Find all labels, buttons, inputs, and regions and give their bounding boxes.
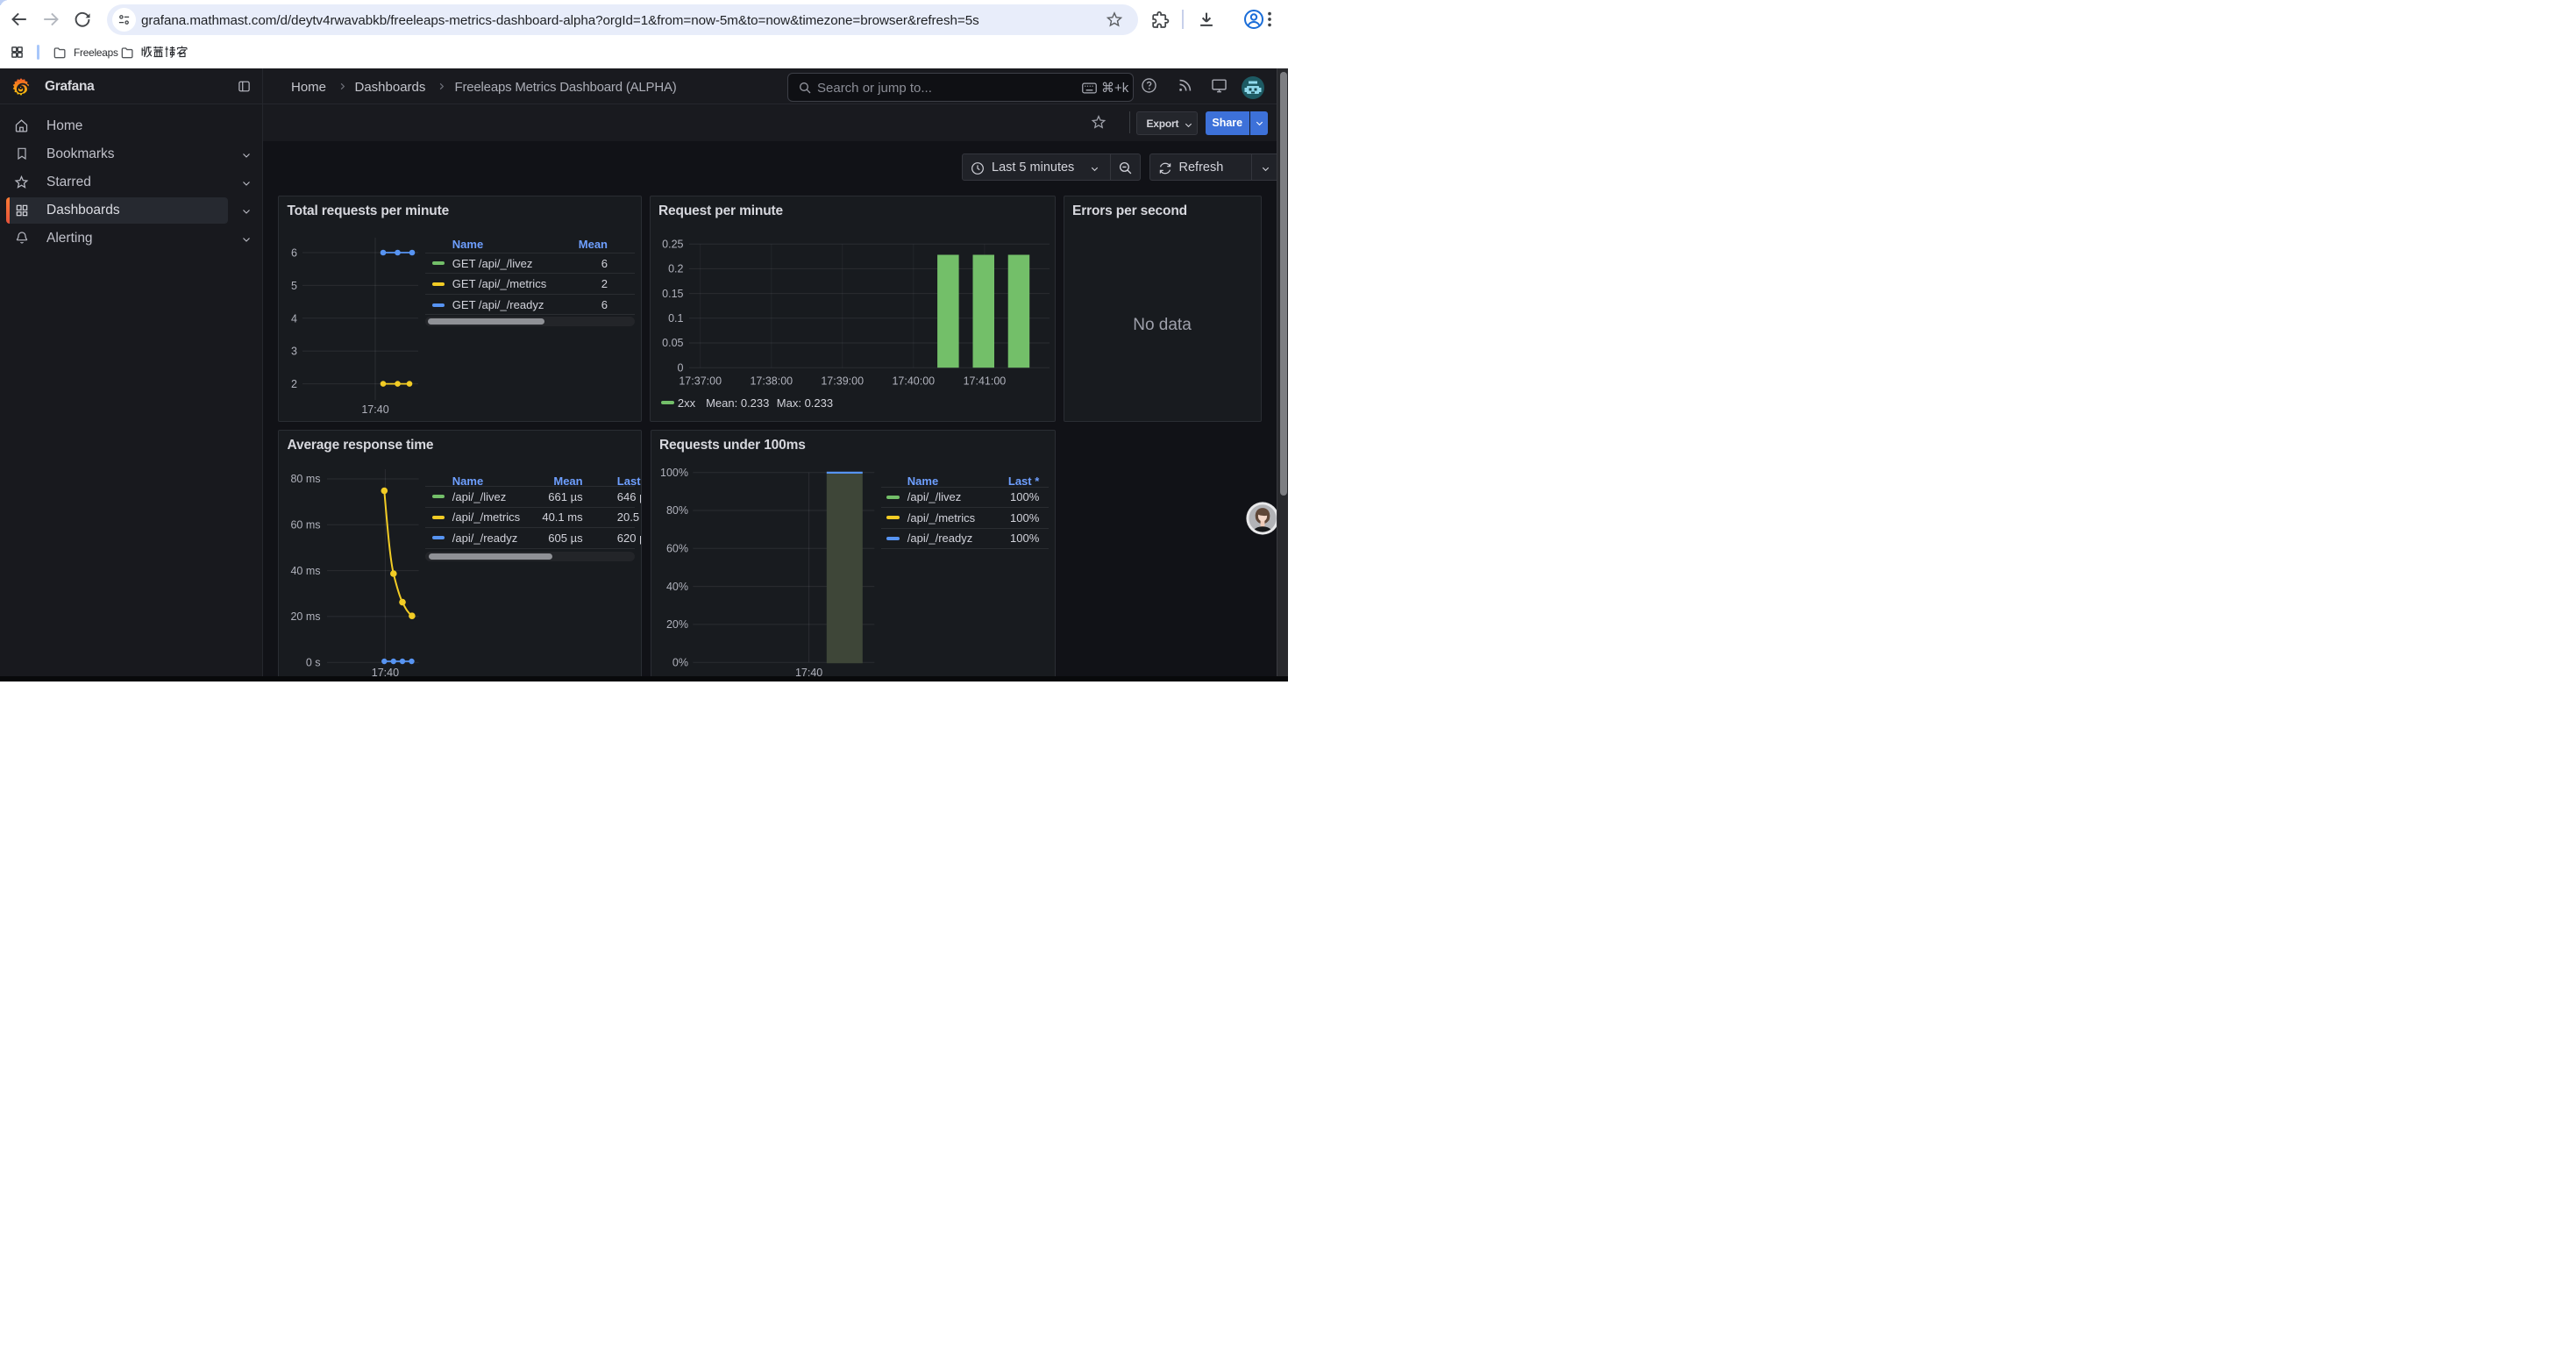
svg-text:6: 6 <box>291 247 297 260</box>
svg-text:0.2: 0.2 <box>668 263 683 275</box>
svg-text:17:38:00: 17:38:00 <box>750 375 793 388</box>
svg-text:0.1: 0.1 <box>668 312 683 325</box>
svg-text:60 ms: 60 ms <box>290 519 320 532</box>
svg-text:17:37:00: 17:37:00 <box>679 375 722 388</box>
svg-text:2: 2 <box>291 378 297 390</box>
svg-text:0 s: 0 s <box>306 656 321 668</box>
svg-text:0.25: 0.25 <box>662 238 683 250</box>
svg-text:0.05: 0.05 <box>662 337 683 349</box>
svg-text:100%: 100% <box>660 467 688 479</box>
svg-text:20%: 20% <box>665 618 687 631</box>
svg-text:40 ms: 40 ms <box>290 565 320 577</box>
svg-text:80%: 80% <box>665 504 687 517</box>
svg-text:17:40: 17:40 <box>361 403 388 416</box>
svg-text:0%: 0% <box>672 656 687 668</box>
svg-text:0.15: 0.15 <box>662 288 683 300</box>
svg-text:20 ms: 20 ms <box>290 610 320 623</box>
svg-text:3: 3 <box>291 346 297 358</box>
svg-text:5: 5 <box>291 280 297 292</box>
svg-text:17:40:00: 17:40:00 <box>892 375 935 388</box>
svg-text:17:39:00: 17:39:00 <box>821 375 864 388</box>
svg-text:4: 4 <box>291 312 297 325</box>
svg-text:40%: 40% <box>665 581 687 593</box>
svg-text:60%: 60% <box>665 543 687 555</box>
svg-text:17:41:00: 17:41:00 <box>963 375 1006 388</box>
svg-text:0: 0 <box>677 361 683 374</box>
svg-text:80 ms: 80 ms <box>290 473 320 485</box>
